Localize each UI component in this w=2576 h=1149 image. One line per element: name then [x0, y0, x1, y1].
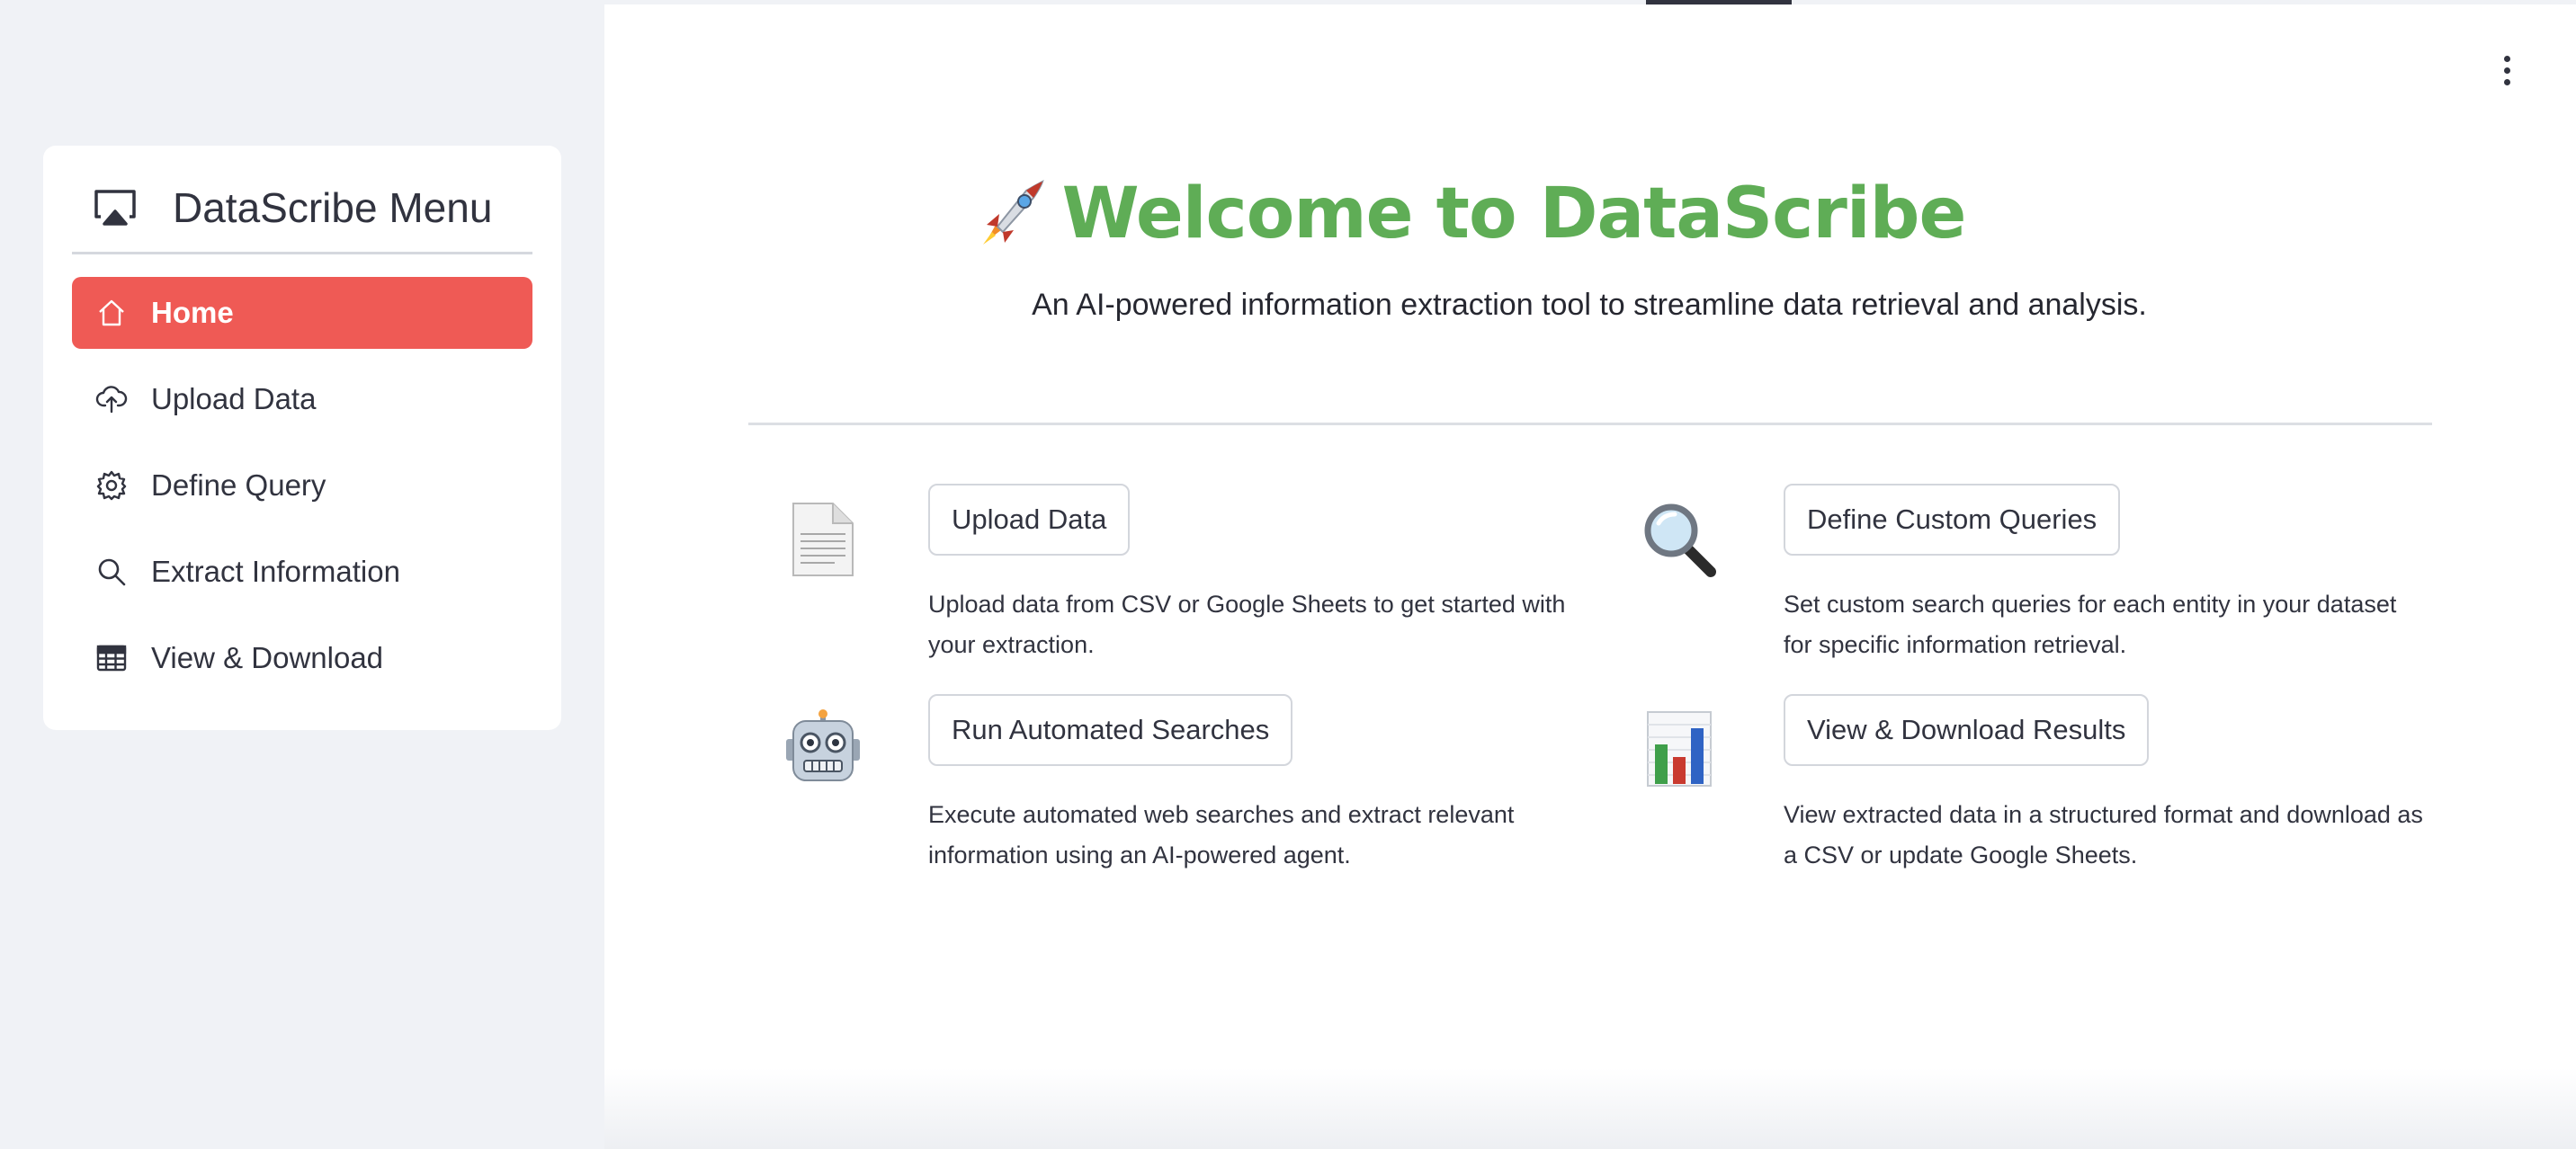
top-loading-indicator	[1646, 0, 1792, 4]
house-icon	[95, 297, 128, 329]
rocket-icon	[970, 174, 1050, 254]
kebab-menu-icon[interactable]	[2490, 50, 2524, 90]
sidebar-item-label: Upload Data	[151, 382, 317, 415]
view-download-results-button[interactable]: View & Download Results	[1784, 694, 2150, 766]
run-automated-searches-button[interactable]: Run Automated Searches	[928, 694, 1293, 766]
sidebar: DataScribe Menu Home Upload Data Define …	[0, 0, 604, 1149]
sidebar-item-define-query[interactable]: Define Query	[72, 450, 532, 521]
bar-chart-icon	[1639, 708, 1720, 789]
sidebar-item-label: Extract Information	[151, 555, 400, 588]
run-automated-searches-description: Execute automated web searches and extra…	[928, 801, 1515, 868]
search-icon	[95, 556, 128, 588]
section-divider	[748, 423, 2432, 425]
sidebar-menu-title: DataScribe Menu	[173, 184, 493, 231]
top-decoration-bar	[604, 0, 2576, 4]
sidebar-item-extract-information[interactable]: Extract Information	[72, 536, 532, 608]
sidebar-item-upload-data[interactable]: Upload Data	[72, 363, 532, 435]
page-header: Welcome to DataScribe	[910, 173, 2026, 255]
app-root: DataScribe Menu Home Upload Data Define …	[0, 0, 2576, 1149]
sidebar-item-home[interactable]: Home	[72, 277, 532, 349]
upload-data-description: Upload data from CSV or Google Sheets to…	[928, 591, 1566, 658]
define-custom-queries-button[interactable]: Define Custom Queries	[1784, 484, 2121, 556]
cloud-upload-icon	[95, 383, 128, 415]
bottom-shadow	[604, 1068, 2576, 1149]
sidebar-item-label: View & Download	[151, 641, 384, 674]
gear-icon	[95, 469, 128, 502]
upload-data-button[interactable]: Upload Data	[928, 484, 1131, 556]
view-download-results-description: View extracted data in a structured form…	[1784, 801, 2423, 868]
sidebar-item-label: Home	[151, 296, 234, 329]
sidebar-item-label: Define Query	[151, 468, 326, 502]
document-icon	[783, 498, 863, 579]
page-title: Welcome to DataScribe	[1061, 174, 1967, 254]
sidebar-menu-header: DataScribe Menu	[72, 183, 532, 232]
sidebar-menu-divider	[72, 252, 532, 254]
page-subtitle: An AI-powered information extraction too…	[1032, 288, 2147, 322]
airplay-icon	[92, 188, 139, 227]
robot-icon	[783, 708, 863, 789]
sidebar-menu-card: DataScribe Menu Home Upload Data Define …	[43, 146, 561, 730]
define-custom-queries-description: Set custom search queries for each entit…	[1784, 591, 2397, 658]
magnifier-icon	[1639, 498, 1720, 579]
table-icon	[95, 642, 128, 674]
sidebar-item-view-download[interactable]: View & Download	[72, 622, 532, 694]
